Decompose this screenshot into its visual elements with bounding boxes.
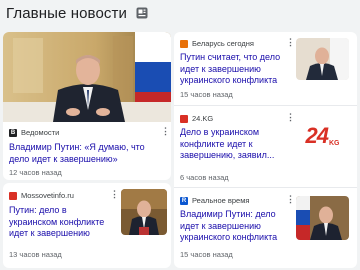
- source-logo-icon: В: [9, 128, 17, 137]
- section-header: Главные новости: [6, 3, 149, 23]
- source-name: Беларусь сегодня: [192, 39, 254, 48]
- divider: [174, 187, 357, 188]
- article-source: R Реальное время: [180, 196, 249, 205]
- source-logo-icon: R: [180, 196, 188, 205]
- article-thumbnail: [296, 196, 349, 240]
- 24kg-logo-text: 24: [305, 123, 330, 148]
- article-source: 24.KG: [180, 114, 213, 123]
- article-time: 15 часов назад: [180, 250, 233, 259]
- article-time: 13 часов назад: [9, 250, 62, 259]
- source-name: Реальное время: [192, 196, 250, 205]
- section-title: Главные новости: [6, 4, 127, 22]
- article-headline[interactable]: Путин: дело в украинском конфликте идет …: [9, 205, 117, 240]
- more-options-icon[interactable]: ⋮: [161, 127, 170, 136]
- feed-icon[interactable]: [135, 6, 149, 20]
- article-thumbnail: 24 KG: [296, 115, 349, 157]
- featured-image: [3, 32, 171, 122]
- article-source: Mossovetinfo.ru: [9, 191, 74, 200]
- source-logo-icon: [180, 39, 188, 48]
- news-card-featured[interactable]: В Ведомости ⋮ Владимир Путин: «Я думаю, …: [3, 32, 171, 180]
- article-thumbnail: [296, 38, 349, 80]
- source-logo-icon: [180, 114, 188, 123]
- more-options-icon[interactable]: ⋮: [110, 190, 119, 199]
- more-options-icon[interactable]: ⋮: [286, 195, 295, 204]
- 24kg-logo-sub: KG: [328, 140, 340, 147]
- news-list-right: Беларусь сегодня ⋮ Путин считает, что де…: [174, 32, 357, 268]
- article-headline[interactable]: Путин считает, что дело идет к завершени…: [180, 52, 293, 87]
- source-name: 24.KG: [192, 114, 214, 123]
- article-headline[interactable]: Дело в украинском конфликте идет к завер…: [180, 127, 293, 162]
- article-time: 12 часов назад: [9, 168, 62, 177]
- more-options-icon[interactable]: ⋮: [286, 38, 295, 47]
- article-source: В Ведомости: [9, 128, 59, 137]
- article-source: Беларусь сегодня: [180, 39, 254, 48]
- source-name: Ведомости: [21, 128, 60, 137]
- news-card-mossovet[interactable]: Mossovetinfo.ru ⋮ Путин: дело в украинск…: [3, 183, 171, 268]
- article-time: 15 часов назад: [180, 90, 233, 99]
- divider: [174, 105, 357, 106]
- article-time: 6 часов назад: [180, 173, 229, 182]
- article-headline[interactable]: Владимир Путин: «Я думаю, что дело идет …: [9, 142, 159, 165]
- article-headline[interactable]: Владимир Путин: дело идет к завершению у…: [180, 209, 293, 244]
- article-thumbnail: [121, 189, 167, 235]
- more-options-icon[interactable]: ⋮: [286, 113, 295, 122]
- source-name: Mossovetinfo.ru: [21, 191, 74, 200]
- source-logo-icon: [9, 191, 17, 200]
